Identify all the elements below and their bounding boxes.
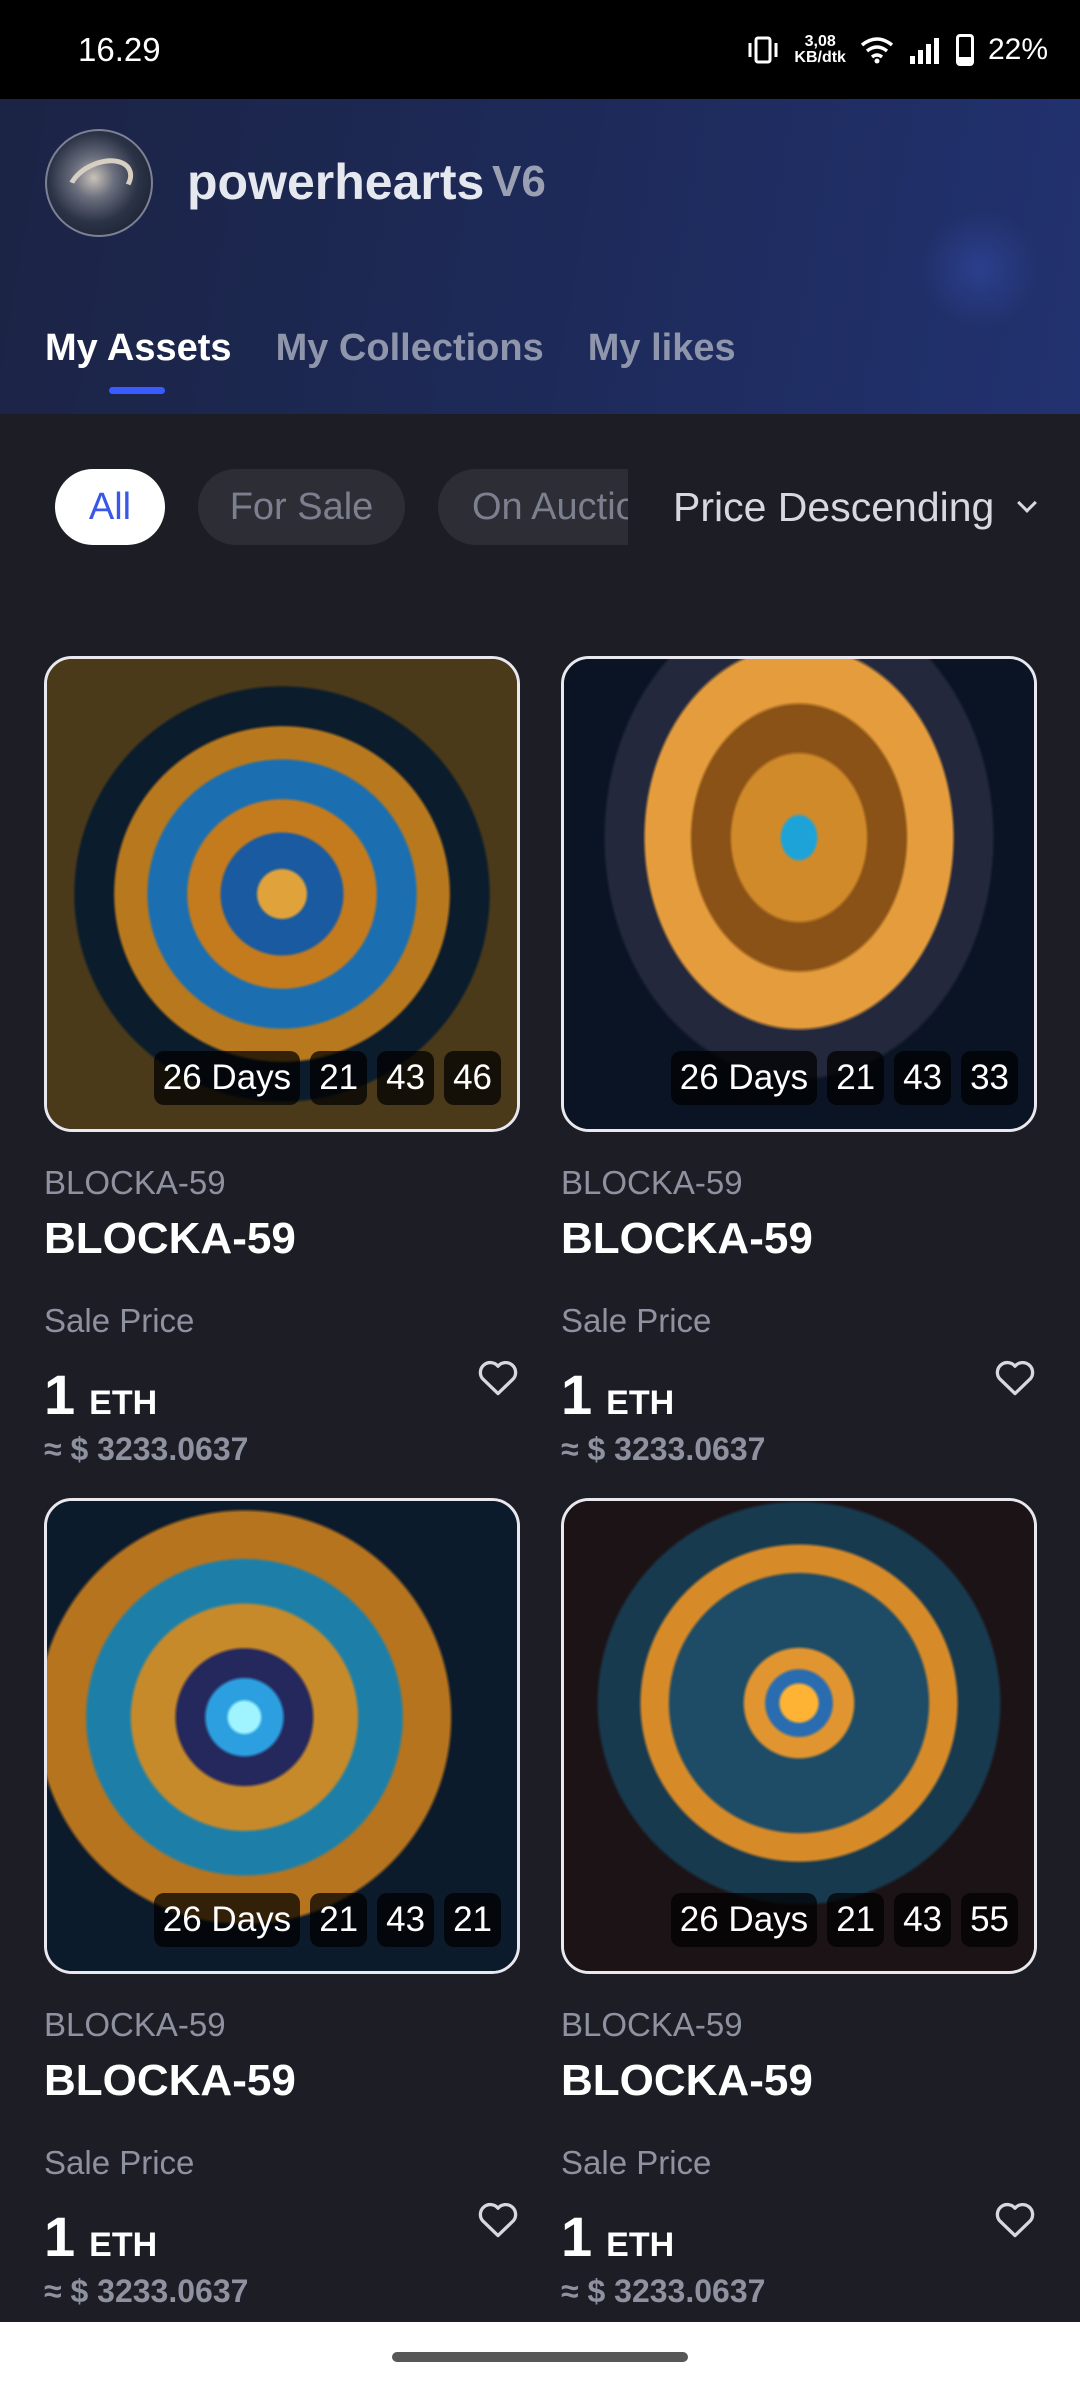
price-label: Sale Price	[44, 1302, 195, 1339]
price-usd: ≈ $ 3233.0637	[561, 1431, 766, 1467]
price-currency: ETH	[89, 1384, 158, 1422]
username: powerhearts	[187, 154, 485, 210]
countdown-days: 26 Days	[670, 1893, 818, 1947]
profile-header: powerhearts V6 My Assets My Collections …	[0, 99, 1080, 414]
avatar[interactable]	[45, 129, 153, 237]
filter-chip-for-sale[interactable]: For Sale	[198, 469, 405, 545]
auction-countdown: 26 Days 21 43 21	[153, 1893, 501, 1947]
asset-card[interactable]: 26 Days 21 43 21 BLOCKA-59 BLOCKA-59 Sal…	[44, 1498, 520, 2310]
asset-title: BLOCKA-59	[44, 2056, 296, 2105]
filter-chip-all[interactable]: All	[55, 469, 165, 545]
price-usd: ≈ $ 3233.0637	[561, 2273, 766, 2309]
price-value: 1	[44, 2205, 76, 2268]
asset-title: BLOCKA-59	[561, 1214, 813, 1263]
countdown-seconds: 33	[961, 1051, 1018, 1105]
price-label: Sale Price	[44, 2144, 195, 2181]
battery-percent: 22%	[987, 32, 1048, 66]
vibrate-icon	[748, 36, 778, 63]
heart-icon[interactable]	[476, 2198, 520, 2242]
auction-countdown: 26 Days 21 43 46	[153, 1051, 501, 1105]
filter-chip-on-auction[interactable]: On Auction	[438, 469, 628, 545]
auction-countdown: 26 Days 21 43 33	[670, 1051, 1018, 1105]
profile-tabs: My Assets My Collections My likes	[45, 327, 736, 394]
countdown-hours: 21	[827, 1051, 885, 1105]
active-tab-indicator	[109, 387, 165, 394]
wifi-icon	[860, 36, 894, 63]
price-value: 1	[561, 1363, 593, 1426]
asset-title: BLOCKA-59	[44, 1214, 296, 1263]
status-bar: 16.29 3,08 KB/dtk 22%	[0, 0, 1080, 99]
price-row: 1 ETH	[44, 2204, 520, 2269]
countdown-days: 26 Days	[153, 1893, 301, 1947]
heart-icon[interactable]	[993, 1356, 1037, 1400]
countdown-hours: 21	[827, 1893, 885, 1947]
battery-icon	[955, 33, 974, 66]
asset-title: BLOCKA-59	[561, 2056, 813, 2105]
home-indicator[interactable]	[392, 2352, 688, 2362]
sort-dropdown[interactable]: Price Descending	[673, 469, 1038, 545]
level-badge: V6	[492, 157, 546, 206]
asset-collection: BLOCKA-59	[561, 2006, 743, 2043]
tab-my-collections[interactable]: My Collections	[276, 327, 544, 370]
status-time: 16.29	[78, 30, 161, 68]
countdown-minutes: 43	[377, 1893, 435, 1947]
avatar-art	[58, 148, 142, 219]
asset-image[interactable]: 26 Days 21 43 46	[44, 656, 520, 1132]
header-glow	[920, 209, 1040, 329]
price-row: 1 ETH	[561, 1362, 1037, 1427]
heart-icon[interactable]	[993, 2198, 1037, 2242]
heart-icon[interactable]	[476, 1356, 520, 1400]
countdown-minutes: 43	[894, 1893, 952, 1947]
countdown-hours: 21	[310, 1051, 368, 1105]
countdown-minutes: 43	[894, 1051, 952, 1105]
price-value: 1	[561, 2205, 593, 2268]
asset-image[interactable]: 26 Days 21 43 55	[561, 1498, 1037, 1974]
battery-level-fill	[958, 56, 971, 63]
signal-icon	[909, 37, 939, 64]
asset-collection: BLOCKA-59	[561, 1164, 743, 1201]
countdown-days: 26 Days	[153, 1051, 301, 1105]
network-speed-unit: KB/dtk	[794, 48, 846, 66]
auction-countdown: 26 Days 21 43 55	[670, 1893, 1018, 1947]
asset-card[interactable]: 26 Days 21 43 33 BLOCKA-59 BLOCKA-59 Sal…	[561, 656, 1037, 1468]
sort-label: Price Descending	[673, 483, 995, 530]
asset-collection: BLOCKA-59	[44, 1164, 226, 1201]
asset-card[interactable]: 26 Days 21 43 46 BLOCKA-59 BLOCKA-59 Sal…	[44, 656, 520, 1468]
status-icons: 3,08 KB/dtk 22%	[746, 33, 1048, 67]
countdown-seconds: 21	[444, 1893, 501, 1947]
price-label: Sale Price	[561, 2144, 712, 2181]
network-speed: 3,08 KB/dtk	[794, 32, 846, 66]
system-nav-bar	[0, 2322, 1080, 2388]
price-usd: ≈ $ 3233.0637	[44, 2273, 249, 2309]
filter-bar: All For Sale On Auction Price Descending	[0, 460, 1080, 550]
network-speed-value: 3,08	[804, 32, 836, 50]
price-currency: ETH	[606, 2226, 675, 2264]
asset-image[interactable]: 26 Days 21 43 33	[561, 656, 1037, 1132]
countdown-seconds: 55	[961, 1893, 1018, 1947]
price-currency: ETH	[89, 2226, 158, 2264]
asset-collection: BLOCKA-59	[44, 2006, 226, 2043]
countdown-minutes: 43	[377, 1051, 435, 1105]
price-value: 1	[44, 1363, 76, 1426]
countdown-seconds: 46	[444, 1051, 501, 1105]
chevron-down-icon	[1017, 493, 1038, 513]
countdown-hours: 21	[310, 1893, 368, 1947]
tab-my-assets[interactable]: My Assets	[45, 327, 232, 370]
countdown-days: 26 Days	[670, 1051, 818, 1105]
asset-card[interactable]: 26 Days 21 43 55 BLOCKA-59 BLOCKA-59 Sal…	[561, 1498, 1037, 2310]
price-row: 1 ETH	[561, 2204, 1037, 2269]
price-currency: ETH	[606, 1384, 675, 1422]
price-label: Sale Price	[561, 1302, 712, 1339]
price-usd: ≈ $ 3233.0637	[44, 1431, 249, 1467]
tab-my-likes[interactable]: My likes	[588, 327, 736, 370]
price-row: 1 ETH	[44, 1362, 520, 1427]
asset-image[interactable]: 26 Days 21 43 21	[44, 1498, 520, 1974]
